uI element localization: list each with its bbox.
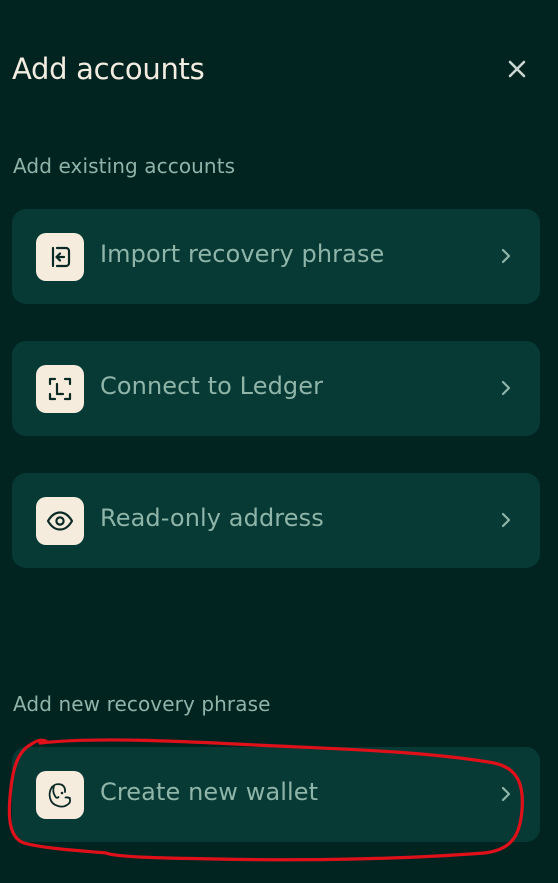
connect-ledger-button[interactable]: Connect to Ledger bbox=[12, 341, 540, 436]
close-button[interactable] bbox=[502, 54, 532, 84]
chevron-right-icon bbox=[501, 380, 511, 396]
create-new-wallet-button[interactable]: Create new wallet bbox=[12, 747, 540, 842]
chevron-right-icon bbox=[501, 786, 511, 802]
header: Add accounts bbox=[12, 50, 542, 94]
option-label: Create new wallet bbox=[100, 778, 319, 806]
chevron-right-icon bbox=[501, 248, 511, 264]
read-only-address-button[interactable]: Read-only address bbox=[12, 473, 540, 568]
ledger-icon bbox=[48, 377, 72, 401]
close-icon bbox=[508, 60, 526, 78]
import-icon bbox=[51, 246, 71, 268]
option-label: Read-only address bbox=[100, 504, 324, 532]
eye-icon-tile bbox=[36, 497, 84, 545]
page-title: Add accounts bbox=[12, 52, 205, 86]
chevron-right-icon bbox=[501, 512, 511, 528]
option-label: Connect to Ledger bbox=[100, 372, 324, 400]
option-label: Import recovery phrase bbox=[100, 240, 385, 268]
dog-icon bbox=[48, 783, 72, 808]
section-label-new: Add new recovery phrase bbox=[13, 692, 271, 716]
ledger-icon-tile bbox=[36, 365, 84, 413]
eye-icon bbox=[46, 511, 74, 531]
section-label-existing: Add existing accounts bbox=[13, 154, 236, 178]
import-icon-tile bbox=[36, 233, 84, 281]
import-recovery-phrase-button[interactable]: Import recovery phrase bbox=[12, 209, 540, 304]
dog-icon-tile bbox=[36, 771, 84, 819]
